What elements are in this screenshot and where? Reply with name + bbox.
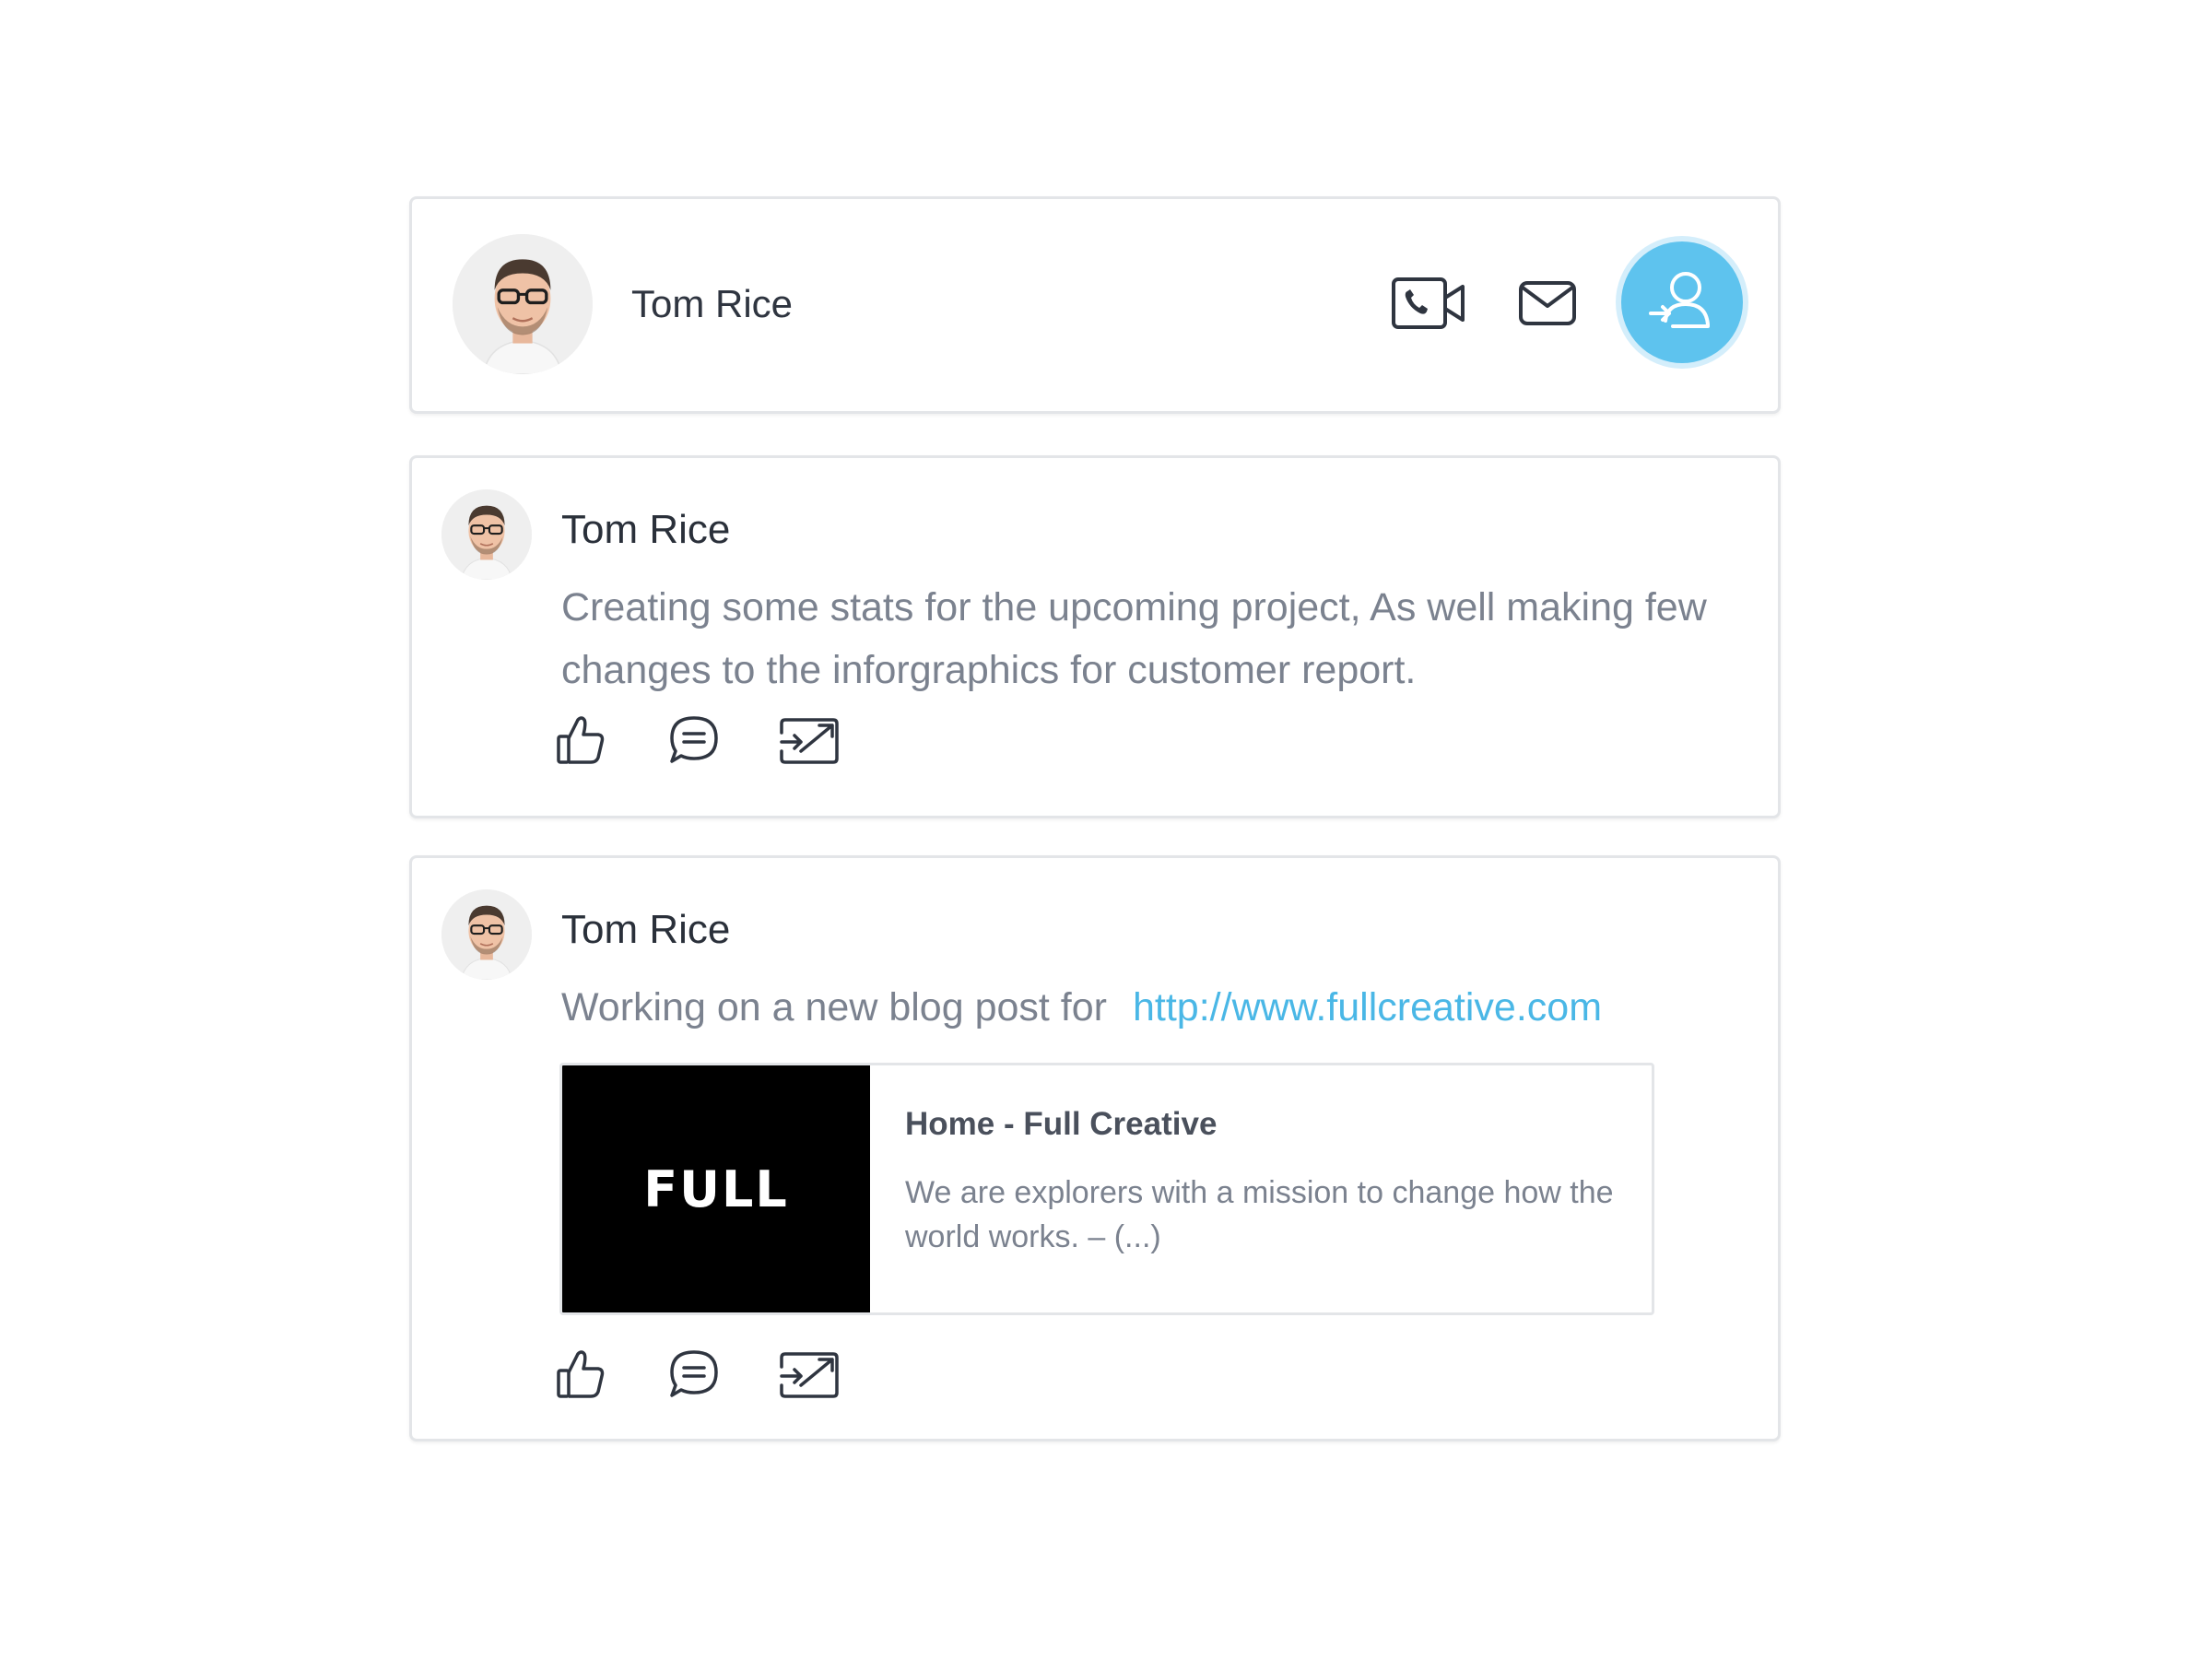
post-author[interactable]: Tom Rice	[561, 904, 730, 956]
video-call-button[interactable]	[1391, 275, 1466, 332]
comment-icon	[670, 1350, 718, 1397]
like-icon	[557, 716, 605, 764]
contact-card: Tom Rice	[409, 196, 1781, 414]
avatar[interactable]	[441, 489, 532, 580]
avatar[interactable]	[453, 234, 593, 374]
share-button[interactable]	[779, 1350, 840, 1402]
post-text-body: Working on a new blog post for	[561, 985, 1107, 1030]
like-icon	[557, 1350, 605, 1398]
share-icon	[780, 1352, 839, 1398]
add-contact-button[interactable]	[1621, 241, 1743, 363]
video-call-icon	[1392, 277, 1465, 329]
post-text: Working on a new blog post for http://www…	[561, 976, 1723, 1039]
contact-name: Tom Rice	[631, 282, 794, 325]
like-button[interactable]	[556, 1348, 606, 1400]
post-card: Tom Rice Creating some stats for the upc…	[409, 455, 1781, 818]
post-text: Creating some stats for the upcoming pro…	[561, 585, 1707, 692]
preview-title: Home - Full Creative	[905, 1106, 1218, 1142]
preview-description: We are explorers with a mission to chang…	[905, 1175, 1614, 1254]
add-contact-icon	[1649, 272, 1710, 328]
avatar-photo	[441, 889, 532, 980]
share-icon	[780, 718, 839, 764]
avatar[interactable]	[441, 889, 532, 980]
mail-icon	[1519, 281, 1576, 325]
like-button[interactable]	[556, 714, 606, 766]
share-button[interactable]	[779, 716, 840, 768]
full-logo: FULL	[643, 1159, 789, 1218]
comment-button[interactable]	[668, 714, 720, 766]
preview-image: FULL	[562, 1065, 870, 1312]
avatar-photo	[453, 234, 593, 374]
post-author[interactable]: Tom Rice	[561, 504, 730, 556]
post-actions	[556, 714, 888, 770]
post-link[interactable]: http://www.fullcreative.com	[1133, 985, 1602, 1030]
comment-button[interactable]	[668, 1348, 720, 1400]
comment-icon	[670, 716, 718, 763]
post-card: Tom Rice Working on a new blog post for h…	[409, 855, 1781, 1441]
link-preview[interactable]: FULL Home - Full Creative We are explore…	[559, 1063, 1654, 1315]
post-actions	[556, 1348, 888, 1404]
avatar-photo	[441, 489, 532, 580]
email-button[interactable]	[1518, 280, 1577, 326]
